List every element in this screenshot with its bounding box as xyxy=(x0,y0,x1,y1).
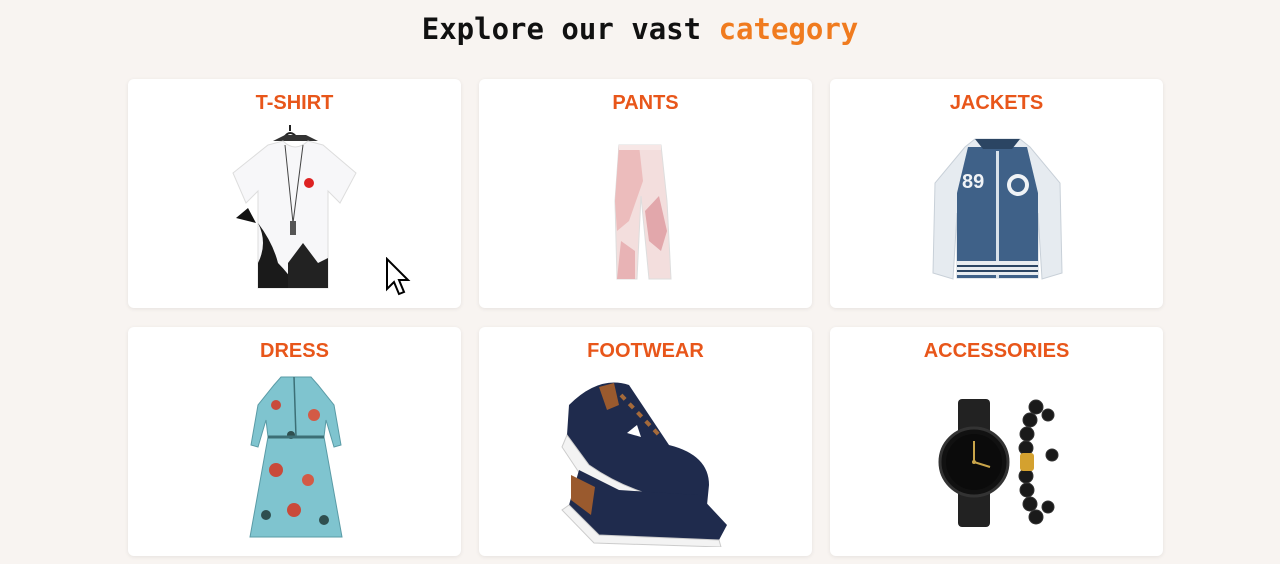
category-title: ACCESSORIES xyxy=(923,340,1070,362)
category-grid: T-SHIRT PANTS JACKETS 89 DRESS FOOTWEAR … xyxy=(128,79,1164,559)
mouse-pointer-icon xyxy=(386,257,411,296)
category-title: DRESS xyxy=(260,340,329,362)
category-card-footwear[interactable]: FOOTWEAR xyxy=(479,327,812,556)
category-title: PANTS xyxy=(612,92,679,114)
category-title: T-SHIRT xyxy=(255,92,334,114)
category-title: JACKETS xyxy=(949,92,1044,114)
category-card-tshirt[interactable]: T-SHIRT xyxy=(128,79,461,308)
pants-image xyxy=(614,144,672,280)
heading-accent: category xyxy=(718,12,859,46)
sneakers-image xyxy=(561,382,727,547)
heading-prefix: Explore our vast xyxy=(421,12,702,46)
category-title: FOOTWEAR xyxy=(587,340,704,362)
category-card-jackets[interactable]: JACKETS 89 xyxy=(830,79,1163,308)
category-card-pants[interactable]: PANTS xyxy=(479,79,812,308)
tshirt-image xyxy=(232,125,357,289)
svg-text:89: 89 xyxy=(962,171,984,193)
dress-image xyxy=(249,376,343,538)
category-card-accessories[interactable]: ACCESSORIES xyxy=(830,327,1163,556)
watch-bracelet-image xyxy=(938,399,1059,527)
page-heading: Explore our vast category xyxy=(0,12,1280,46)
jacket-image: 89 xyxy=(932,138,1063,280)
category-card-dress[interactable]: DRESS xyxy=(128,327,461,556)
